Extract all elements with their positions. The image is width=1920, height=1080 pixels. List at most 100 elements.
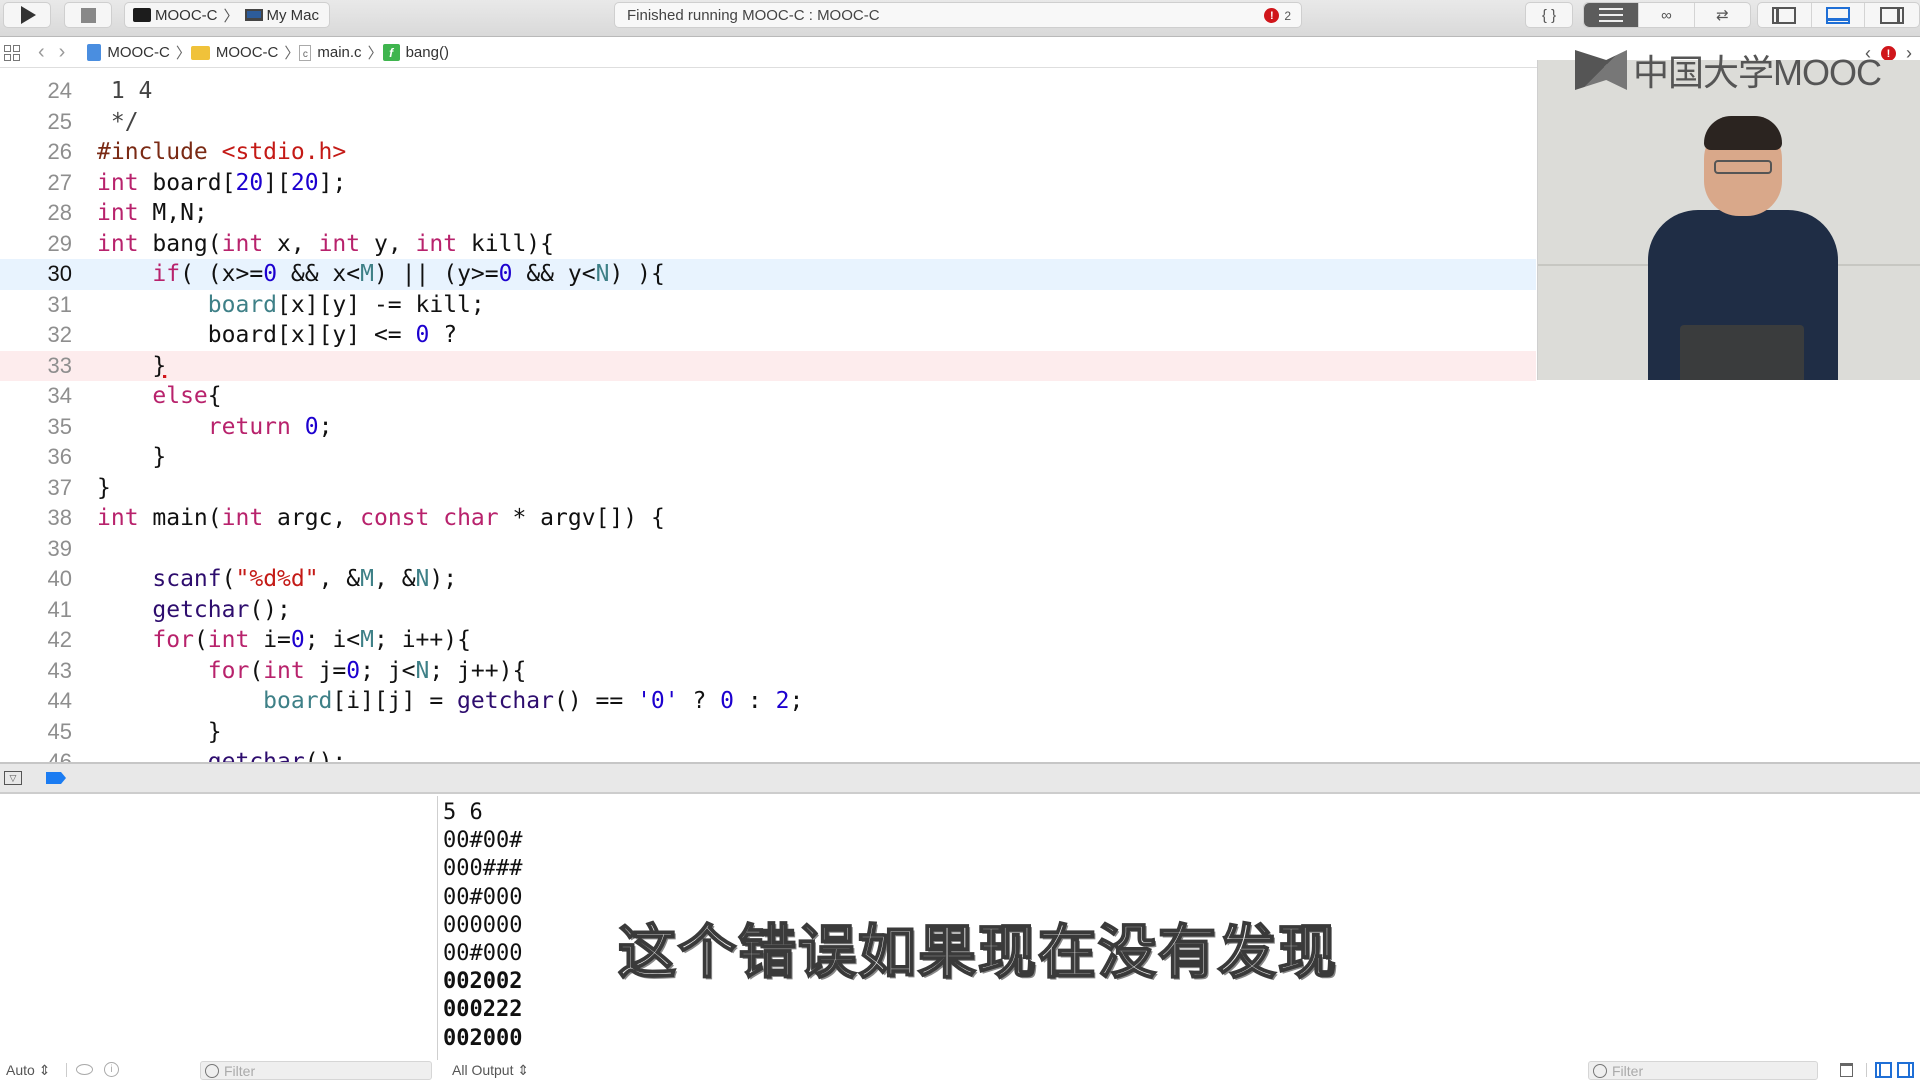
- code-text[interactable]: */: [97, 109, 139, 135]
- eye-icon[interactable]: [76, 1064, 93, 1075]
- line-number[interactable]: 35: [0, 414, 72, 440]
- breadcrumb-group[interactable]: MOOC-C: [190, 44, 278, 61]
- trash-icon[interactable]: [1840, 1063, 1853, 1077]
- toggle-debug-area-button[interactable]: [1812, 3, 1866, 27]
- code-line[interactable]: 39: [0, 534, 1536, 565]
- code-text[interactable]: board[x][y] <= 0 ?: [97, 322, 457, 348]
- line-number[interactable]: 26: [0, 139, 72, 165]
- breadcrumb-function[interactable]: f bang(): [382, 44, 449, 61]
- toggle-inspector-button[interactable]: [1865, 3, 1919, 27]
- breadcrumb-file[interactable]: c main.c: [299, 44, 362, 61]
- back-button[interactable]: ‹: [38, 41, 45, 64]
- line-number[interactable]: 36: [0, 444, 72, 470]
- line-number[interactable]: 43: [0, 658, 72, 684]
- scheme-selector[interactable]: MOOC-C 〉 My Mac: [124, 2, 330, 28]
- info-icon[interactable]: i: [104, 1062, 119, 1077]
- code-line[interactable]: 45 }: [0, 717, 1536, 748]
- code-line[interactable]: 44 board[i][j] = getchar() == '0' ? 0 : …: [0, 686, 1536, 717]
- code-text[interactable]: for(int i=0; i<M; i++){: [97, 627, 471, 653]
- code-text[interactable]: for(int j=0; j<N; j++){: [97, 658, 527, 684]
- code-text[interactable]: getchar();: [97, 749, 346, 762]
- line-number[interactable]: 39: [0, 536, 72, 562]
- code-line[interactable]: 35 return 0;: [0, 412, 1536, 443]
- stop-button[interactable]: [64, 2, 112, 28]
- line-number[interactable]: 42: [0, 627, 72, 653]
- line-number[interactable]: 28: [0, 200, 72, 226]
- issue-badge[interactable]: ! 2: [1264, 8, 1291, 23]
- code-text[interactable]: scanf("%d%d", &M, &N);: [97, 566, 457, 592]
- variables-scope-selector[interactable]: Auto ⇕: [6, 1062, 50, 1079]
- line-number[interactable]: 45: [0, 719, 72, 745]
- line-number[interactable]: 44: [0, 688, 72, 714]
- console-filter-input[interactable]: Filter: [1588, 1061, 1818, 1080]
- line-number[interactable]: 32: [0, 322, 72, 348]
- code-text[interactable]: #include <stdio.h>: [97, 139, 346, 165]
- code-line[interactable]: 25 */: [0, 107, 1536, 138]
- standard-editor-button[interactable]: [1584, 3, 1640, 27]
- line-number[interactable]: 25: [0, 109, 72, 135]
- code-text[interactable]: }: [97, 353, 166, 379]
- related-items-icon[interactable]: [4, 44, 20, 61]
- line-number[interactable]: 31: [0, 292, 72, 318]
- line-number[interactable]: 38: [0, 505, 72, 531]
- code-line[interactable]: 26 #include <stdio.h>: [0, 137, 1536, 168]
- code-text[interactable]: board[i][j] = getchar() == '0' ? 0 : 2;: [97, 688, 803, 714]
- code-text[interactable]: board[x][y] -= kill;: [97, 292, 485, 318]
- hide-debug-area-button[interactable]: ▽: [4, 771, 22, 785]
- breakpoint-toggle-icon[interactable]: [46, 772, 66, 784]
- breadcrumb-project[interactable]: MOOC-C: [87, 44, 170, 61]
- code-line[interactable]: 40 scanf("%d%d", &M, &N);: [0, 564, 1536, 595]
- assistant-editor-button[interactable]: ∞: [1639, 3, 1695, 27]
- line-number[interactable]: 30: [0, 261, 72, 287]
- code-line[interactable]: 42 for(int i=0; i<M; i++){: [0, 625, 1536, 656]
- status-text: Finished running MOOC-C : MOOC-C: [627, 6, 880, 24]
- code-line[interactable]: 34 else{: [0, 381, 1536, 412]
- code-line[interactable]: 32 board[x][y] <= 0 ?: [0, 320, 1536, 351]
- code-text[interactable]: int main(int argc, const char * argv[]) …: [97, 505, 665, 531]
- line-number[interactable]: 33: [0, 353, 72, 379]
- code-line[interactable]: 24 1 4: [0, 76, 1536, 107]
- line-number[interactable]: 24: [0, 78, 72, 104]
- code-text[interactable]: int bang(int x, int y, int kill){: [97, 231, 554, 257]
- variables-filter-input[interactable]: Filter: [200, 1061, 432, 1080]
- code-line[interactable]: 38 int main(int argc, const char * argv[]…: [0, 503, 1536, 534]
- line-number[interactable]: 34: [0, 383, 72, 409]
- code-line[interactable]: 29 int bang(int x, int y, int kill){: [0, 229, 1536, 260]
- line-number[interactable]: 40: [0, 566, 72, 592]
- code-text[interactable]: }: [97, 719, 222, 745]
- run-button[interactable]: [3, 2, 51, 28]
- code-text[interactable]: if( (x>=0 && x<M) || (y>=0 && y<N) ){: [97, 261, 664, 287]
- toggle-navigator-button[interactable]: [1758, 3, 1812, 27]
- line-number[interactable]: 46: [0, 749, 72, 762]
- line-number[interactable]: 37: [0, 475, 72, 501]
- code-line[interactable]: 43 for(int j=0; j<N; j++){: [0, 656, 1536, 687]
- chevron-right-icon: 〉: [223, 7, 239, 25]
- code-text[interactable]: }: [97, 475, 111, 501]
- show-variables-view-button[interactable]: [1875, 1062, 1892, 1078]
- line-number[interactable]: 29: [0, 231, 72, 257]
- output-selector[interactable]: All Output ⇕: [452, 1062, 529, 1079]
- code-text[interactable]: int M,N;: [97, 200, 208, 226]
- code-text[interactable]: getchar();: [97, 597, 290, 623]
- code-line-current[interactable]: 30 if( (x>=0 && x<M) || (y>=0 && y<N) ){: [0, 259, 1536, 290]
- code-text[interactable]: else{: [97, 383, 221, 409]
- code-text[interactable]: return 0;: [97, 414, 333, 440]
- line-number[interactable]: 27: [0, 170, 72, 196]
- code-line[interactable]: 37}: [0, 473, 1536, 504]
- code-line[interactable]: 46 getchar();: [0, 747, 1536, 762]
- braces-button[interactable]: { }: [1526, 3, 1572, 27]
- show-console-button[interactable]: [1897, 1062, 1914, 1078]
- code-line[interactable]: 31 board[x][y] -= kill;: [0, 290, 1536, 321]
- code-line[interactable]: 28 int M,N;: [0, 198, 1536, 229]
- code-line[interactable]: 41 getchar();: [0, 595, 1536, 626]
- code-line-error[interactable]: 33 }: [0, 350, 1536, 381]
- line-number[interactable]: 41: [0, 597, 72, 623]
- error-icon[interactable]: !: [1881, 46, 1896, 61]
- code-line[interactable]: 36 }: [0, 442, 1536, 473]
- forward-button[interactable]: ›: [59, 41, 66, 64]
- code-text[interactable]: int board[20][20];: [97, 170, 346, 196]
- code-line[interactable]: 27 int board[20][20];: [0, 168, 1536, 199]
- version-editor-button[interactable]: ⇄: [1695, 3, 1750, 27]
- code-text[interactable]: 1 4: [97, 78, 153, 104]
- code-text[interactable]: }: [97, 444, 166, 470]
